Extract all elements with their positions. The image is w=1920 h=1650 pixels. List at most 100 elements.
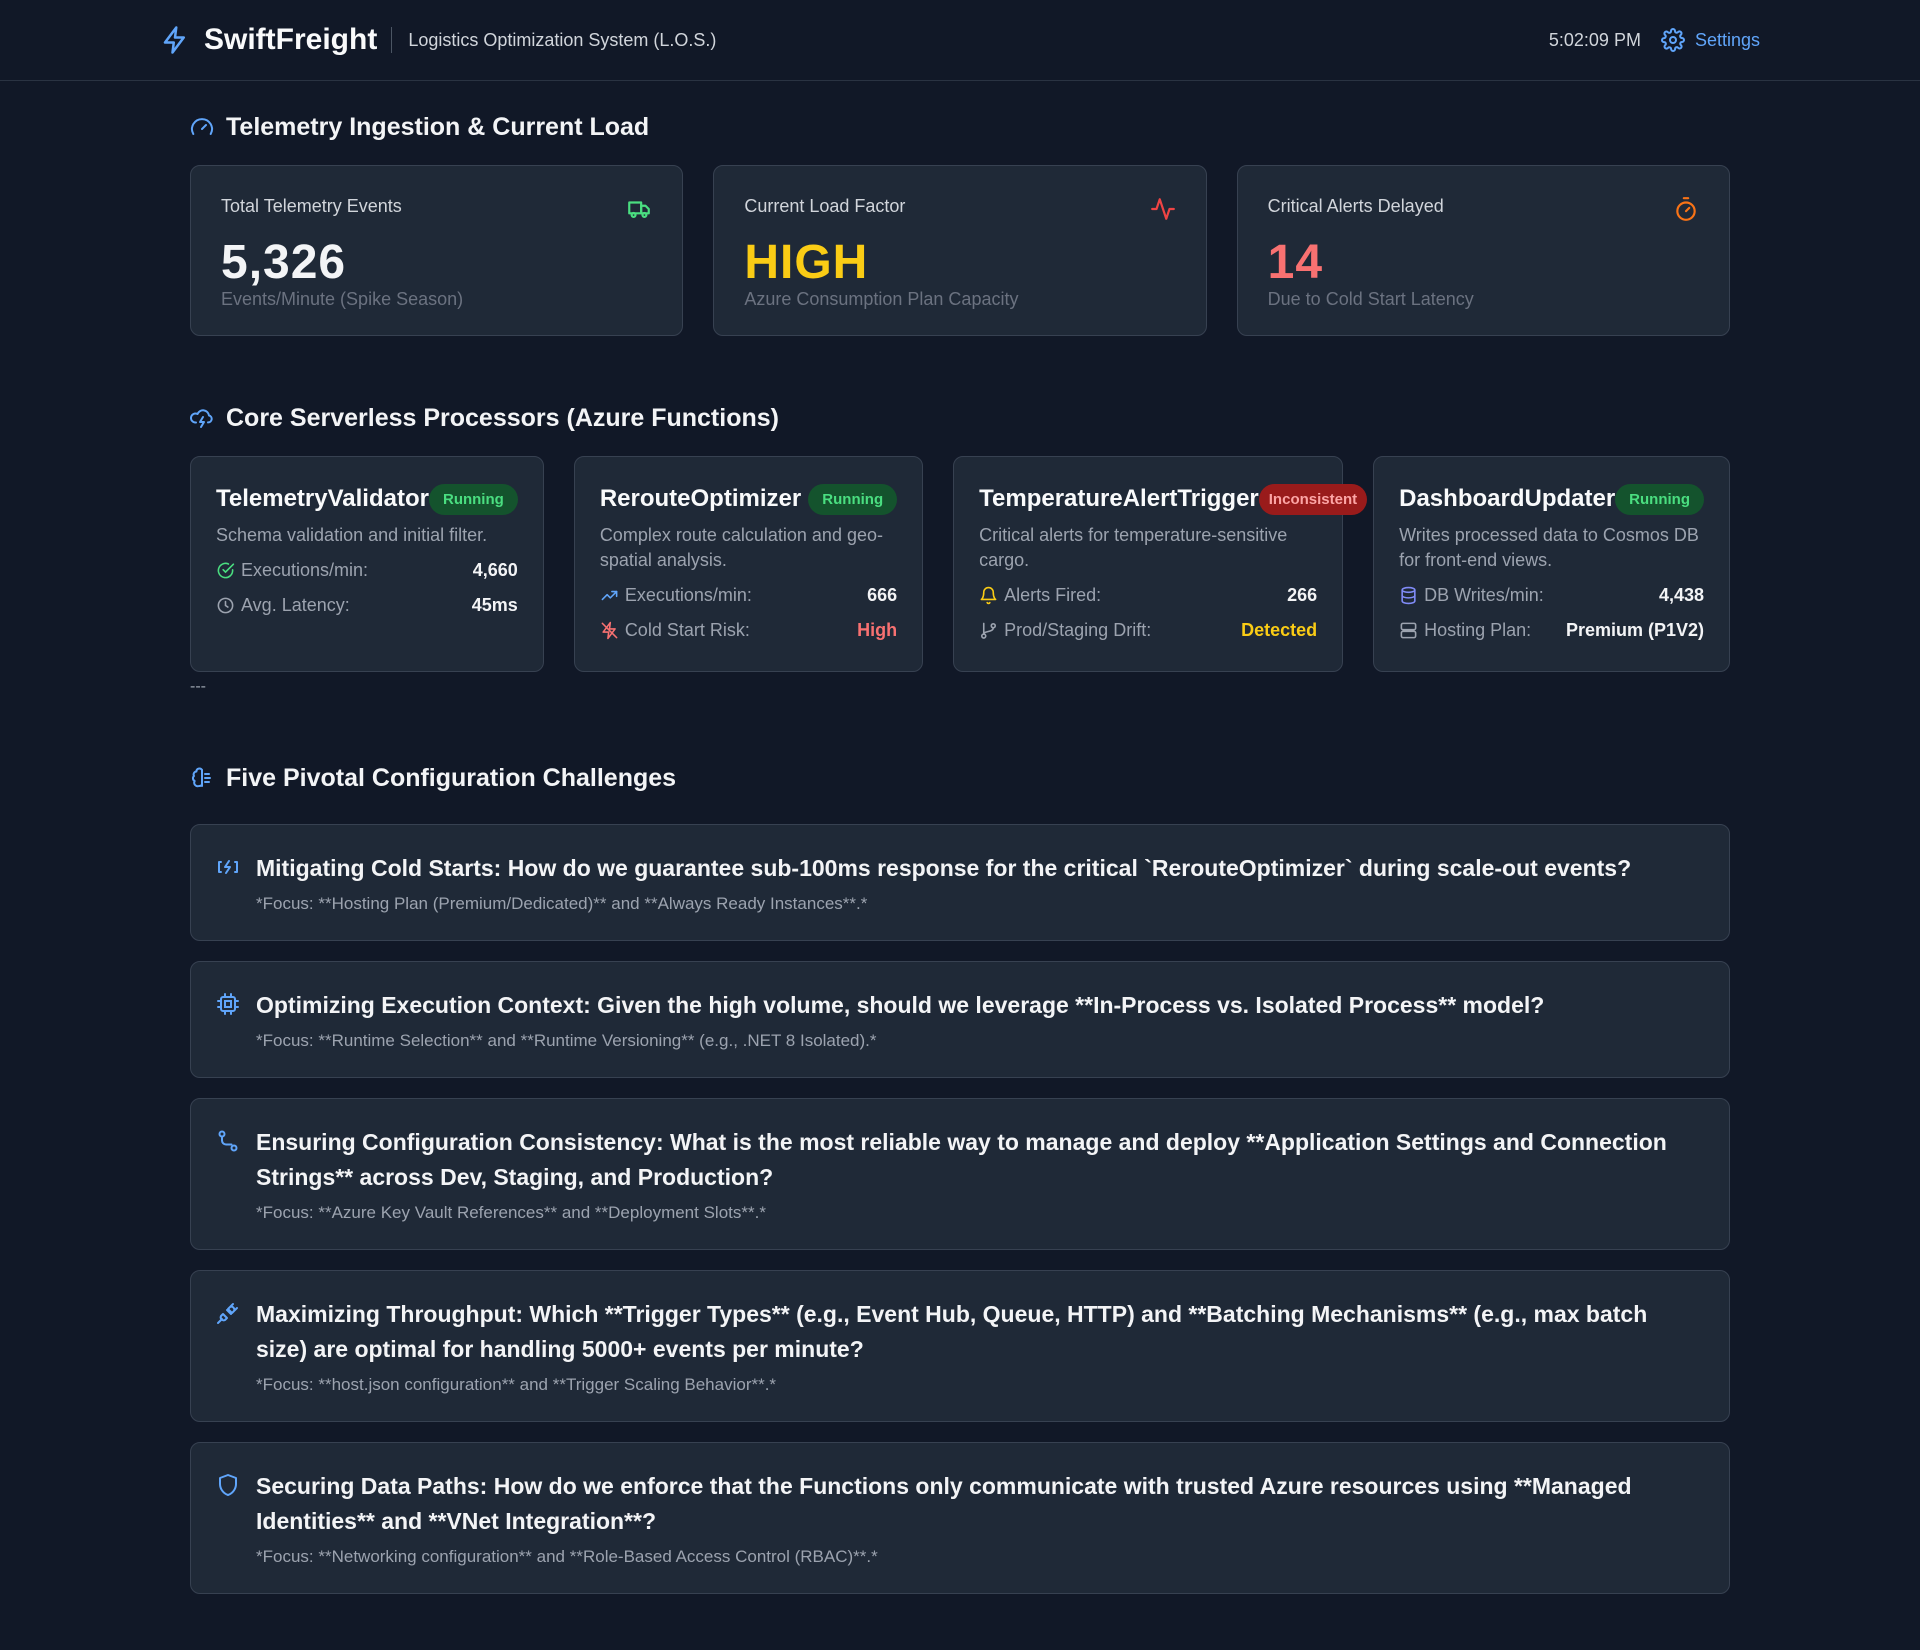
timer-icon [1676,197,1696,221]
zap-off-icon [601,621,618,640]
challenge-focus: *Focus: **Runtime Selection** and **Runt… [256,1031,877,1050]
metric-row: Alerts Fired: 266 [979,583,1317,608]
metric-row: Prod/Staging Drift: Detected [979,618,1317,643]
status-badge: Inconsistent [1258,483,1368,515]
challenge-card[interactable]: Optimizing Execution Context: Given the … [190,961,1730,1078]
brand-separator [391,27,393,53]
shield-icon [219,1474,237,1496]
challenge-focus: *Focus: **Azure Key Vault References** a… [256,1203,766,1222]
bell-icon [980,586,997,605]
kpi-subtext: Azure Consumption Plan Capacity [744,289,1019,309]
function-description: Critical alerts for temperature-sensitiv… [979,525,1288,570]
challenge-card[interactable]: Ensuring Configuration Consistency: What… [190,1098,1730,1250]
challenges-section: Five Pivotal Configuration Challenges Mi… [190,758,1730,1594]
challenge-title: Ensuring Configuration Consistency: What… [256,1129,1667,1190]
kpi-value: 14 [1267,236,1324,289]
metric-label: Executions/min: [241,560,369,580]
telemetry-title-text: Telemetry Ingestion & Current Load [226,112,650,141]
metric-row: Avg. Latency: 45ms [216,593,518,618]
metric-label: Prod/Staging Drift: [1004,620,1152,640]
function-card-dashboard-updater[interactable]: DashboardUpdater Running Writes processe… [1373,456,1730,672]
metric-value: 4,438 [1658,585,1704,605]
clock: 5:02:09 PM [1548,29,1641,50]
metric-value: 666 [867,585,898,605]
function-name: TemperatureAlertTrigger [979,485,1259,512]
challenge-card[interactable]: Maximizing Throughput: Which **Trigger T… [190,1270,1730,1422]
activity-icon [1150,198,1175,220]
function-description: Schema validation and initial filter. [216,525,488,545]
function-card-reroute-optimizer[interactable]: RerouteOptimizer Running Complex route c… [573,456,924,672]
kpi-subtext: Events/Minute (Spike Season) [221,289,464,309]
metric-row: Executions/min: 4,660 [216,558,518,583]
divider-text: --- [190,678,206,695]
processors-section-title: Core Serverless Processors (Azure Functi… [190,398,1730,438]
trending-up-icon [601,590,618,601]
brand[interactable]: SwiftFreight Logistics Optimization Syst… [160,23,716,57]
challenge-title: Mitigating Cold Starts: How do we guaran… [256,855,1632,881]
telemetry-section-title: Telemetry Ingestion & Current Load [190,107,1730,147]
power-bolt-icon [218,860,238,874]
metric-row: Cold Start Risk: High [600,618,897,643]
processors-title-text: Core Serverless Processors (Azure Functi… [226,403,779,432]
status-badge: Running [428,483,518,515]
metric-label: Avg. Latency: [241,595,350,615]
function-name: TelemetryValidator [216,485,429,512]
function-card-telemetry-validator[interactable]: TelemetryValidator Running Schema valida… [190,456,544,672]
gear-icon [1660,28,1685,52]
challenge-card[interactable]: Mitigating Cold Starts: How do we guaran… [190,824,1730,941]
settings-label: Settings [1694,29,1760,50]
challenge-card[interactable]: Securing Data Paths: How do we enforce t… [190,1442,1730,1594]
truck-icon [628,201,651,218]
metric-row: DB Writes/min: 4,438 [1399,583,1704,608]
telemetry-section: Telemetry Ingestion & Current Load Total… [190,107,1730,336]
brand-name: SwiftFreight [204,23,378,56]
plug-icon [217,1303,238,1324]
kpi-row: Total Telemetry Events 5,326 Events/Minu… [190,165,1730,336]
metric-value: 4,660 [472,560,518,580]
main-content: Telemetry Ingestion & Current Load Total… [190,81,1730,1594]
settings-link[interactable]: Settings [1660,28,1760,52]
top-bar: SwiftFreight Logistics Optimization Syst… [0,0,1920,81]
kpi-card-load-factor: Current Load Factor HIGH Azure Consumpti… [713,165,1207,336]
metric-value: Premium (P1V2) [1565,620,1704,640]
brain-icon [191,767,211,788]
metric-value: 45ms [471,595,518,615]
metric-value: Detected [1241,620,1318,640]
clock-icon [217,597,234,614]
challenge-title: Maximizing Throughput: Which **Trigger T… [256,1301,1648,1362]
function-card-temperature-alert-trigger[interactable]: TemperatureAlertTrigger Inconsistent Cri… [953,456,1368,672]
kpi-label: Total Telemetry Events [221,196,402,216]
processors-section: Core Serverless Processors (Azure Functi… [190,398,1730,698]
challenges-list: Mitigating Cold Starts: How do we guaran… [190,824,1730,1594]
metric-label: Hosting Plan: [1424,620,1532,640]
challenge-focus: *Focus: **host.json configuration** and … [256,1375,777,1394]
status-badge: Running [808,483,898,515]
kpi-label: Current Load Factor [744,196,906,216]
gauge-icon [191,118,213,135]
database-icon [1401,586,1416,605]
kpi-label: Critical Alerts Delayed [1267,196,1444,216]
function-cards-row: TelemetryValidator Running Schema valida… [190,456,1730,672]
kpi-card-critical-alerts: Critical Alerts Delayed 14 Due to Cold S… [1236,165,1730,336]
metric-row: Executions/min: 666 [600,583,897,608]
challenges-title-text: Five Pivotal Configuration Challenges [226,763,677,792]
kpi-card-total-events: Total Telemetry Events 5,326 Events/Minu… [190,165,684,336]
metric-value: 266 [1287,585,1318,605]
function-description: Complex route calculation and geo-spatia… [599,525,883,570]
challenge-focus: *Focus: **Networking configuration** and… [256,1547,878,1566]
challenge-focus: *Focus: **Hosting Plan (Premium/Dedicate… [256,894,868,913]
kpi-subtext: Due to Cold Start Latency [1267,289,1474,309]
status-badge: Running [1615,483,1704,515]
kpi-value: 5,326 [221,236,347,289]
cpu-icon [217,993,239,1015]
metric-label: Alerts Fired: [1004,585,1102,605]
kpi-value: HIGH [744,236,869,289]
challenges-section-title: Five Pivotal Configuration Challenges [190,758,1730,798]
check-circle-icon [217,562,235,579]
challenge-title: Optimizing Execution Context: Given the … [256,992,1545,1018]
cloud-lightning-icon [190,409,213,428]
metric-label: Executions/min: [624,585,752,605]
metric-label: Cold Start Risk: [624,620,750,640]
metric-row: Hosting Plan: Premium (P1V2) [1399,618,1704,643]
metric-label: DB Writes/min: [1424,585,1544,605]
